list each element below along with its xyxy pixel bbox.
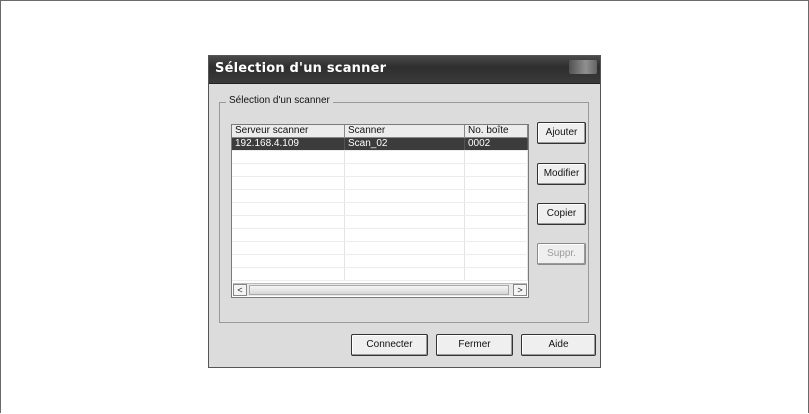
scanner-selection-dialog: Sélection d'un scanner Sélection d'un sc… <box>208 55 601 368</box>
empty-row <box>232 177 528 190</box>
empty-row <box>232 216 528 229</box>
empty-row <box>232 242 528 255</box>
copy-button[interactable]: Copier <box>537 203 586 225</box>
add-button[interactable]: Ajouter <box>537 122 586 144</box>
close-button[interactable]: Fermer <box>436 334 513 356</box>
titlebar-decoration <box>569 60 597 74</box>
delete-button[interactable]: Suppr. <box>537 243 586 265</box>
scrollbar-thumb[interactable] <box>249 285 509 295</box>
connect-button[interactable]: Connecter <box>351 334 428 356</box>
title-bar[interactable]: Sélection d'un scanner <box>209 56 600 84</box>
scanner-list[interactable]: Serveur scanner Scanner No. boîte 192.16… <box>231 124 529 298</box>
cell-server: 192.168.4.109 <box>232 138 345 150</box>
scroll-right-icon[interactable]: > <box>513 284 527 296</box>
empty-row <box>232 255 528 268</box>
empty-row <box>232 203 528 216</box>
groupbox-label: Sélection d'un scanner <box>226 95 333 106</box>
table-row[interactable]: 192.168.4.109 Scan_02 0002 <box>232 138 528 151</box>
dialog-title: Sélection d'un scanner <box>215 61 387 76</box>
column-header-scanner[interactable]: Scanner <box>345 125 465 138</box>
empty-row <box>232 151 528 164</box>
scroll-left-icon[interactable]: < <box>233 284 247 296</box>
cell-box: 0002 <box>465 138 528 150</box>
column-header-server[interactable]: Serveur scanner <box>232 125 345 138</box>
cell-scanner: Scan_02 <box>345 138 465 150</box>
column-header-box[interactable]: No. boîte <box>465 125 528 138</box>
empty-row <box>232 164 528 177</box>
help-button[interactable]: Aide <box>521 334 596 356</box>
edit-button[interactable]: Modifier <box>537 163 586 185</box>
horizontal-scrollbar[interactable]: < > <box>233 283 527 296</box>
list-header: Serveur scanner Scanner No. boîte <box>232 125 528 138</box>
empty-row <box>232 190 528 203</box>
empty-row <box>232 229 528 242</box>
empty-row <box>232 268 528 281</box>
